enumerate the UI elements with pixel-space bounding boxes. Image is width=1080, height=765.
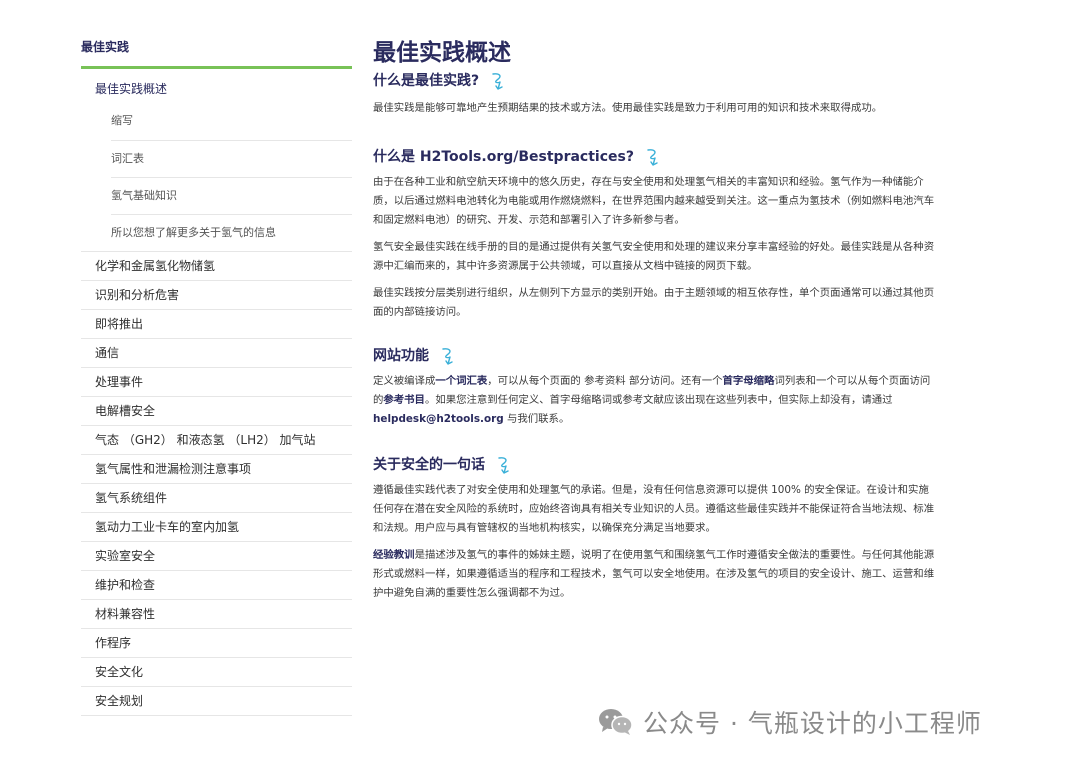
lessons-learned-link[interactable]: 经验教训	[373, 549, 415, 561]
sidebar-item-lab-safety[interactable]: 实验室安全	[81, 542, 352, 571]
paragraph: 由于在各种工业和航空航天环境中的悠久历史，存在与安全使用和处理氢气相关的丰富知识…	[373, 176, 935, 226]
sidebar-item-storage[interactable]: 化学和金属氢化物储氢	[81, 252, 352, 281]
section-heading-features: 网站功能	[373, 346, 938, 366]
squiggle-arrow-icon	[442, 348, 453, 365]
squiggle-arrow-icon	[492, 73, 503, 90]
paragraph: 最佳实践按分层类别进行组织，从左侧列下方显示的类别开始。由于主题领域的相互依存性…	[373, 287, 935, 318]
sidebar-sub-basics[interactable]: 氢气基础知识	[111, 177, 352, 214]
sidebar-item-procedures[interactable]: 作程序	[81, 629, 352, 658]
sidebar-item-safety-planning[interactable]: 安全规划	[81, 687, 352, 716]
section-heading-what-is: 什么是最佳实践?	[373, 71, 938, 91]
squiggle-arrow-icon	[498, 457, 509, 474]
bibliography-link[interactable]: 参考书目	[383, 394, 425, 406]
section-heading-h2tools: 什么是 H2Tools.org/Bestpractices?	[373, 147, 938, 167]
page-title: 最佳实践概述	[373, 40, 511, 66]
squiggle-arrow-icon	[647, 149, 658, 166]
sidebar-sublist: 缩写 词汇表 氢气基础知识 所以您想了解更多关于氢气的信息	[111, 103, 352, 251]
sidebar-sub-abbreviations[interactable]: 缩写	[111, 103, 352, 140]
watermark: 公众号 · 气瓶设计的小工程师	[597, 704, 982, 740]
sidebar-title: 最佳实践	[81, 36, 352, 69]
sidebar-item-materials[interactable]: 材料兼容性	[81, 600, 352, 629]
paragraph: 遵循最佳实践代表了对安全使用和处理氢气的承诺。但是，没有任何信息资源可以提供 1…	[373, 484, 935, 534]
sidebar-item-maintenance[interactable]: 维护和检查	[81, 571, 352, 600]
sidebar-item-overview[interactable]: 最佳实践概述	[81, 69, 352, 103]
sidebar-item-safety-culture[interactable]: 安全文化	[81, 658, 352, 687]
section-heading-text: 网站功能	[373, 348, 429, 364]
section-heading-safety: 关于安全的一句话	[373, 455, 938, 475]
sidebar-nav: 最佳实践 最佳实践概述 缩写 词汇表 氢气基础知识 所以您想了解更多关于氢气的信…	[81, 36, 352, 716]
sidebar-item-incidents[interactable]: 处理事件	[81, 368, 352, 397]
paragraph-lessons: 经验教训是描述涉及氢气的事件的姊妹主题，说明了在使用氢气和围绕氢气工作时遵循安全…	[373, 546, 938, 603]
paragraph: 最佳实践是能够可靠地产生预期结果的技术或方法。使用最佳实践是致力于利用可用的知识…	[373, 102, 883, 114]
sidebar-item-properties[interactable]: 氢气属性和泄漏检测注意事项	[81, 455, 352, 484]
text: 是描述涉及氢气的事件的姊妹主题，说明了在使用氢气和围绕氢气工作时遵循安全做法的重…	[373, 549, 935, 599]
sidebar-item-hazards[interactable]: 识别和分析危害	[81, 281, 352, 310]
paragraph-features: 定义被编译成一个词汇表，可以从每个页面的 参考资料 部分访问。还有一个首字母缩略…	[373, 372, 938, 429]
main-content: 最佳实践概述 什么是最佳实践? 最佳实践是能够可靠地产生预期结果的技术或方法。使…	[373, 38, 938, 603]
sidebar-item-components[interactable]: 氢气系统组件	[81, 484, 352, 513]
helpdesk-email-link[interactable]: helpdesk@h2tools.org	[373, 413, 504, 425]
sidebar-item-electrolyzer[interactable]: 电解槽安全	[81, 397, 352, 426]
sidebar-sub-glossary[interactable]: 词汇表	[111, 140, 352, 177]
section-heading-text: 什么是最佳实践?	[373, 73, 480, 89]
section-heading-text: 什么是 H2Tools.org/Bestpractices?	[373, 149, 634, 165]
wechat-icon	[599, 709, 633, 735]
section-heading-text: 关于安全的一句话	[373, 457, 485, 473]
paragraph: 氢气安全最佳实践在线手册的目的是通过提供有关氢气安全使用和处理的建议来分享丰富经…	[373, 241, 935, 272]
watermark-text: 公众号 · 气瓶设计的小工程师	[643, 709, 982, 738]
text: ，可以从每个页面的 参考资料 部分访问。还有一个	[487, 375, 723, 387]
sidebar-item-communications[interactable]: 通信	[81, 339, 352, 368]
text: 与我们联系。	[503, 413, 570, 425]
sidebar-item-fueling-stations[interactable]: 气态 （GH2） 和液态氢 （LH2） 加气站	[81, 426, 352, 455]
sidebar-sub-learn-more[interactable]: 所以您想了解更多关于氢气的信息	[111, 214, 352, 251]
text: 定义被编译成	[373, 375, 436, 387]
acronyms-link[interactable]: 首字母缩略	[723, 375, 775, 387]
sidebar-item-indoor-refueling[interactable]: 氢动力工业卡车的室内加氢	[81, 513, 352, 542]
glossary-link[interactable]: 一个词汇表	[435, 375, 487, 387]
sidebar-item-coming-soon[interactable]: 即将推出	[81, 310, 352, 339]
text: 。如果您注意到任何定义、首字母缩略词或参考文献应该出现在这些列表中，但实际上却没…	[424, 394, 893, 406]
